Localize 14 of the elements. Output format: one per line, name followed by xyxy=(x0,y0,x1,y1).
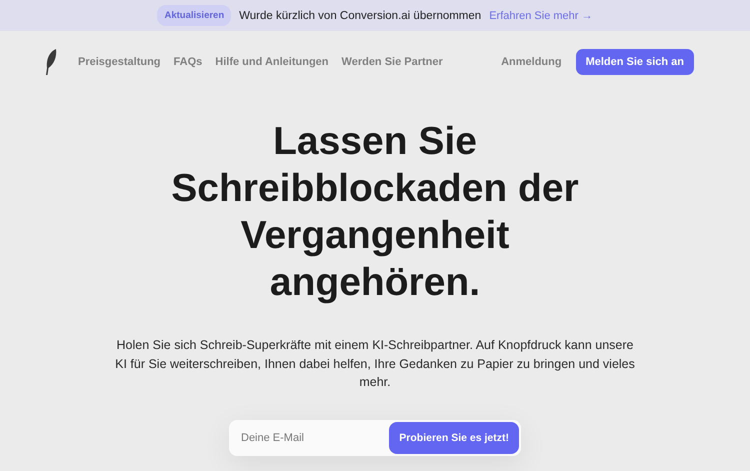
feather-icon[interactable] xyxy=(44,48,58,76)
hero-headline: Lassen Sie Schreibblockaden der Vergangenheit angehören. xyxy=(170,119,580,306)
announcement-text: Wurde kürzlich von Conversion.ai übernommen xyxy=(239,10,482,22)
login-link[interactable]: Anmeldung xyxy=(501,56,562,68)
signup-button[interactable]: Melden Sie sich an xyxy=(576,49,694,75)
nav-link[interactable]: FAQs xyxy=(174,56,202,68)
nav-link[interactable]: Hilfe und Anleitungen xyxy=(215,56,329,68)
nav-link[interactable]: Werden Sie Partner xyxy=(342,56,443,68)
email-field[interactable]: Deine E-Mail Probieren Sie es jetzt! xyxy=(229,420,521,456)
nav-link[interactable]: Preisgestaltung xyxy=(78,56,161,68)
try-now-button[interactable]: Probieren Sie es jetzt! xyxy=(389,422,519,454)
hero-description: Holen Sie sich Schreib-Superkräfte mit einem KI-Schreibpartner. Auf Knopfdruck kann unsere KI für Sie weiterschreiben, Ihnen dabei helfen, Ihre Gedanken zu Papier zu bringen und vieles mehr. xyxy=(114,337,636,391)
learn-more-link[interactable]: Erfahren Sie mehr → xyxy=(489,10,593,22)
update-badge: Aktualisieren xyxy=(157,5,232,26)
